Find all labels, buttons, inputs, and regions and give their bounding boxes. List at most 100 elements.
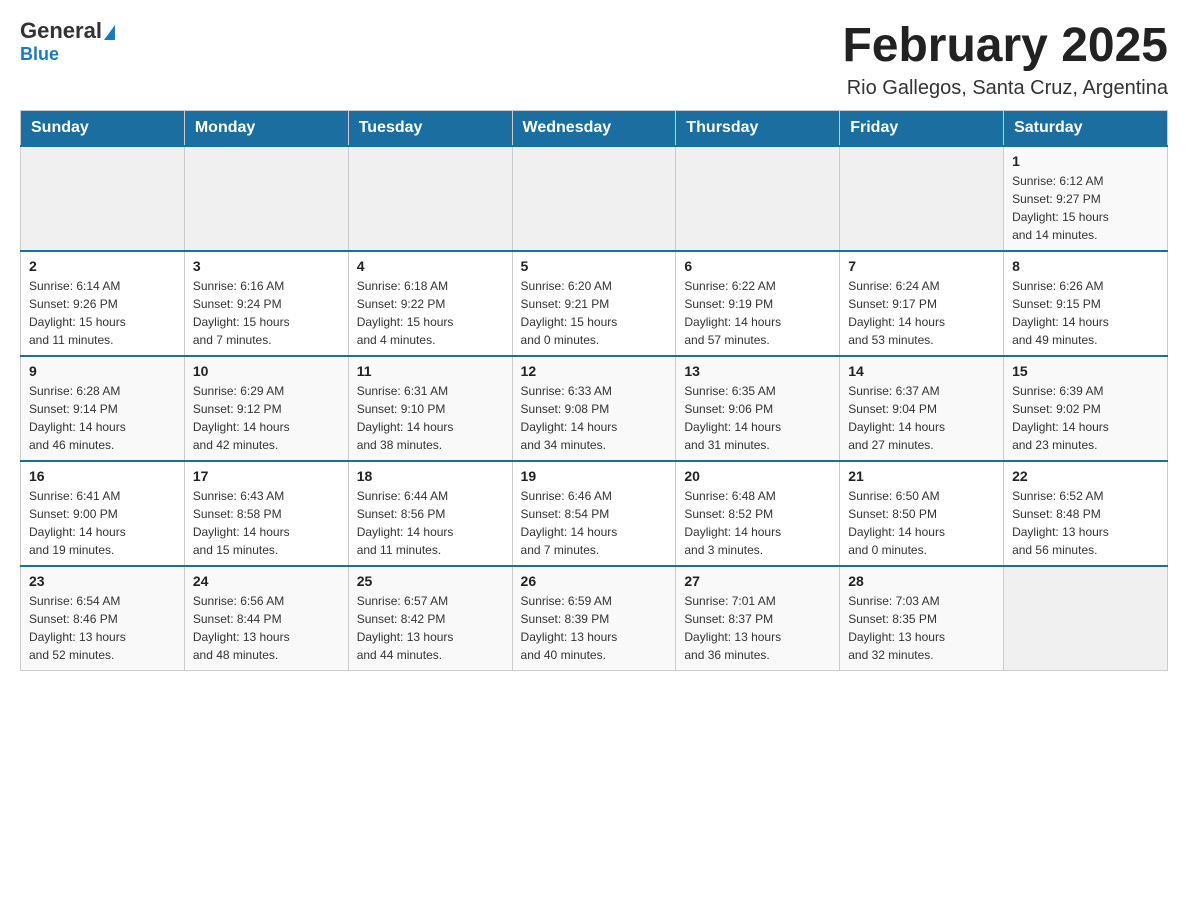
calendar-cell: 20 Sunrise: 6:48 AM Sunset: 8:52 PM Dayli…: [676, 461, 840, 566]
day-info: Sunrise: 6:24 AM Sunset: 9:17 PM Dayligh…: [848, 277, 995, 349]
calendar-cell: 9Sunrise: 6:28 AM Sunset: 9:14 PM Daylig…: [21, 356, 185, 461]
weekday-header-sunday: Sunday: [21, 110, 185, 146]
calendar-cell: [840, 146, 1004, 251]
day-number: 6: [684, 258, 831, 274]
logo-general-text: General: [20, 20, 115, 42]
calendar-cell: 1 Sunrise: 6:12 AM Sunset: 9:27 PM Daylig…: [1004, 146, 1168, 251]
day-number: 9: [29, 363, 176, 379]
calendar-cell: 17 Sunrise: 6:43 AM Sunset: 8:58 PM Dayli…: [184, 461, 348, 566]
day-number: 16: [29, 468, 176, 484]
day-number: 22: [1012, 468, 1159, 484]
day-info: Sunrise: 6:46 AM Sunset: 8:54 PM Dayligh…: [521, 487, 668, 559]
calendar-cell: 13Sunrise: 6:35 AM Sunset: 9:06 PM Dayli…: [676, 356, 840, 461]
calendar-cell: [1004, 566, 1168, 671]
day-info: Sunrise: 7:01 AM Sunset: 8:37 PM Dayligh…: [684, 592, 831, 664]
day-number: 4: [357, 258, 504, 274]
day-number: 21: [848, 468, 995, 484]
calendar-cell: 18 Sunrise: 6:44 AM Sunset: 8:56 PM Dayli…: [348, 461, 512, 566]
day-info: Sunrise: 6:57 AM Sunset: 8:42 PM Dayligh…: [357, 592, 504, 664]
calendar-cell: [512, 146, 676, 251]
day-info: Sunrise: 6:29 AM Sunset: 9:12 PM Dayligh…: [193, 382, 340, 454]
calendar-table: SundayMondayTuesdayWednesdayThursdayFrid…: [20, 110, 1168, 671]
day-number: 17: [193, 468, 340, 484]
calendar-cell: 7 Sunrise: 6:24 AM Sunset: 9:17 PM Daylig…: [840, 251, 1004, 356]
calendar-cell: 26 Sunrise: 6:59 AM Sunset: 8:39 PM Dayli…: [512, 566, 676, 671]
day-info: Sunrise: 6:44 AM Sunset: 8:56 PM Dayligh…: [357, 487, 504, 559]
day-info: Sunrise: 6:12 AM Sunset: 9:27 PM Dayligh…: [1012, 172, 1159, 244]
calendar-week-row: 2 Sunrise: 6:14 AM Sunset: 9:26 PM Daylig…: [21, 251, 1168, 356]
calendar-cell: 16 Sunrise: 6:41 AM Sunset: 9:00 PM Dayli…: [21, 461, 185, 566]
calendar-week-row: 23 Sunrise: 6:54 AM Sunset: 8:46 PM Dayli…: [21, 566, 1168, 671]
calendar-cell: 21 Sunrise: 6:50 AM Sunset: 8:50 PM Dayli…: [840, 461, 1004, 566]
day-number: 25: [357, 573, 504, 589]
day-info: Sunrise: 6:26 AM Sunset: 9:15 PM Dayligh…: [1012, 277, 1159, 349]
weekday-header-wednesday: Wednesday: [512, 110, 676, 146]
logo-blue-text: Blue: [20, 44, 59, 65]
weekday-header-tuesday: Tuesday: [348, 110, 512, 146]
calendar-cell: [676, 146, 840, 251]
calendar-cell: 22 Sunrise: 6:52 AM Sunset: 8:48 PM Dayli…: [1004, 461, 1168, 566]
calendar-cell: [184, 146, 348, 251]
day-number: 15: [1012, 363, 1159, 379]
day-number: 19: [521, 468, 668, 484]
calendar-week-row: 1 Sunrise: 6:12 AM Sunset: 9:27 PM Daylig…: [21, 146, 1168, 251]
calendar-cell: 27 Sunrise: 7:01 AM Sunset: 8:37 PM Dayli…: [676, 566, 840, 671]
calendar-header-row: SundayMondayTuesdayWednesdayThursdayFrid…: [21, 110, 1168, 146]
day-number: 8: [1012, 258, 1159, 274]
calendar-cell: 3Sunrise: 6:16 AM Sunset: 9:24 PM Daylig…: [184, 251, 348, 356]
day-number: 26: [521, 573, 668, 589]
day-number: 14: [848, 363, 995, 379]
day-info: Sunrise: 6:59 AM Sunset: 8:39 PM Dayligh…: [521, 592, 668, 664]
calendar-week-row: 16 Sunrise: 6:41 AM Sunset: 9:00 PM Dayli…: [21, 461, 1168, 566]
day-number: 27: [684, 573, 831, 589]
calendar-cell: [21, 146, 185, 251]
day-info: Sunrise: 6:35 AM Sunset: 9:06 PM Dayligh…: [684, 382, 831, 454]
day-number: 5: [521, 258, 668, 274]
calendar-cell: 6 Sunrise: 6:22 AM Sunset: 9:19 PM Daylig…: [676, 251, 840, 356]
day-info: Sunrise: 7:03 AM Sunset: 8:35 PM Dayligh…: [848, 592, 995, 664]
calendar-cell: 24 Sunrise: 6:56 AM Sunset: 8:44 PM Dayli…: [184, 566, 348, 671]
calendar-cell: 4 Sunrise: 6:18 AM Sunset: 9:22 PM Daylig…: [348, 251, 512, 356]
day-number: 7: [848, 258, 995, 274]
day-info: Sunrise: 6:54 AM Sunset: 8:46 PM Dayligh…: [29, 592, 176, 664]
day-info: Sunrise: 6:37 AM Sunset: 9:04 PM Dayligh…: [848, 382, 995, 454]
calendar-title: February 2025: [842, 20, 1168, 73]
calendar-cell: 5Sunrise: 6:20 AM Sunset: 9:21 PM Daylig…: [512, 251, 676, 356]
calendar-cell: 19 Sunrise: 6:46 AM Sunset: 8:54 PM Dayli…: [512, 461, 676, 566]
day-number: 3: [193, 258, 340, 274]
day-info: Sunrise: 6:52 AM Sunset: 8:48 PM Dayligh…: [1012, 487, 1159, 559]
weekday-header-friday: Friday: [840, 110, 1004, 146]
day-info: Sunrise: 6:39 AM Sunset: 9:02 PM Dayligh…: [1012, 382, 1159, 454]
day-info: Sunrise: 6:18 AM Sunset: 9:22 PM Dayligh…: [357, 277, 504, 349]
calendar-cell: 12 Sunrise: 6:33 AM Sunset: 9:08 PM Dayli…: [512, 356, 676, 461]
day-info: Sunrise: 6:33 AM Sunset: 9:08 PM Dayligh…: [521, 382, 668, 454]
logo: General Blue: [20, 20, 115, 65]
day-info: Sunrise: 6:43 AM Sunset: 8:58 PM Dayligh…: [193, 487, 340, 559]
day-info: Sunrise: 6:14 AM Sunset: 9:26 PM Dayligh…: [29, 277, 176, 349]
day-info: Sunrise: 6:50 AM Sunset: 8:50 PM Dayligh…: [848, 487, 995, 559]
title-block: February 2025 Rio Gallegos, Santa Cruz, …: [842, 20, 1168, 100]
day-number: 2: [29, 258, 176, 274]
day-number: 10: [193, 363, 340, 379]
day-info: Sunrise: 6:41 AM Sunset: 9:00 PM Dayligh…: [29, 487, 176, 559]
day-info: Sunrise: 6:56 AM Sunset: 8:44 PM Dayligh…: [193, 592, 340, 664]
calendar-cell: 2 Sunrise: 6:14 AM Sunset: 9:26 PM Daylig…: [21, 251, 185, 356]
day-number: 18: [357, 468, 504, 484]
calendar-cell: [348, 146, 512, 251]
day-number: 23: [29, 573, 176, 589]
day-info: Sunrise: 6:22 AM Sunset: 9:19 PM Dayligh…: [684, 277, 831, 349]
day-number: 24: [193, 573, 340, 589]
weekday-header-monday: Monday: [184, 110, 348, 146]
day-info: Sunrise: 6:31 AM Sunset: 9:10 PM Dayligh…: [357, 382, 504, 454]
calendar-cell: 15 Sunrise: 6:39 AM Sunset: 9:02 PM Dayli…: [1004, 356, 1168, 461]
day-number: 28: [848, 573, 995, 589]
day-number: 1: [1012, 153, 1159, 169]
day-number: 12: [521, 363, 668, 379]
calendar-cell: 10 Sunrise: 6:29 AM Sunset: 9:12 PM Dayli…: [184, 356, 348, 461]
calendar-cell: 8 Sunrise: 6:26 AM Sunset: 9:15 PM Daylig…: [1004, 251, 1168, 356]
calendar-cell: 14 Sunrise: 6:37 AM Sunset: 9:04 PM Dayli…: [840, 356, 1004, 461]
calendar-subtitle: Rio Gallegos, Santa Cruz, Argentina: [842, 77, 1168, 100]
day-info: Sunrise: 6:48 AM Sunset: 8:52 PM Dayligh…: [684, 487, 831, 559]
day-number: 20: [684, 468, 831, 484]
page-header: General Blue February 2025 Rio Gallegos,…: [20, 20, 1168, 100]
